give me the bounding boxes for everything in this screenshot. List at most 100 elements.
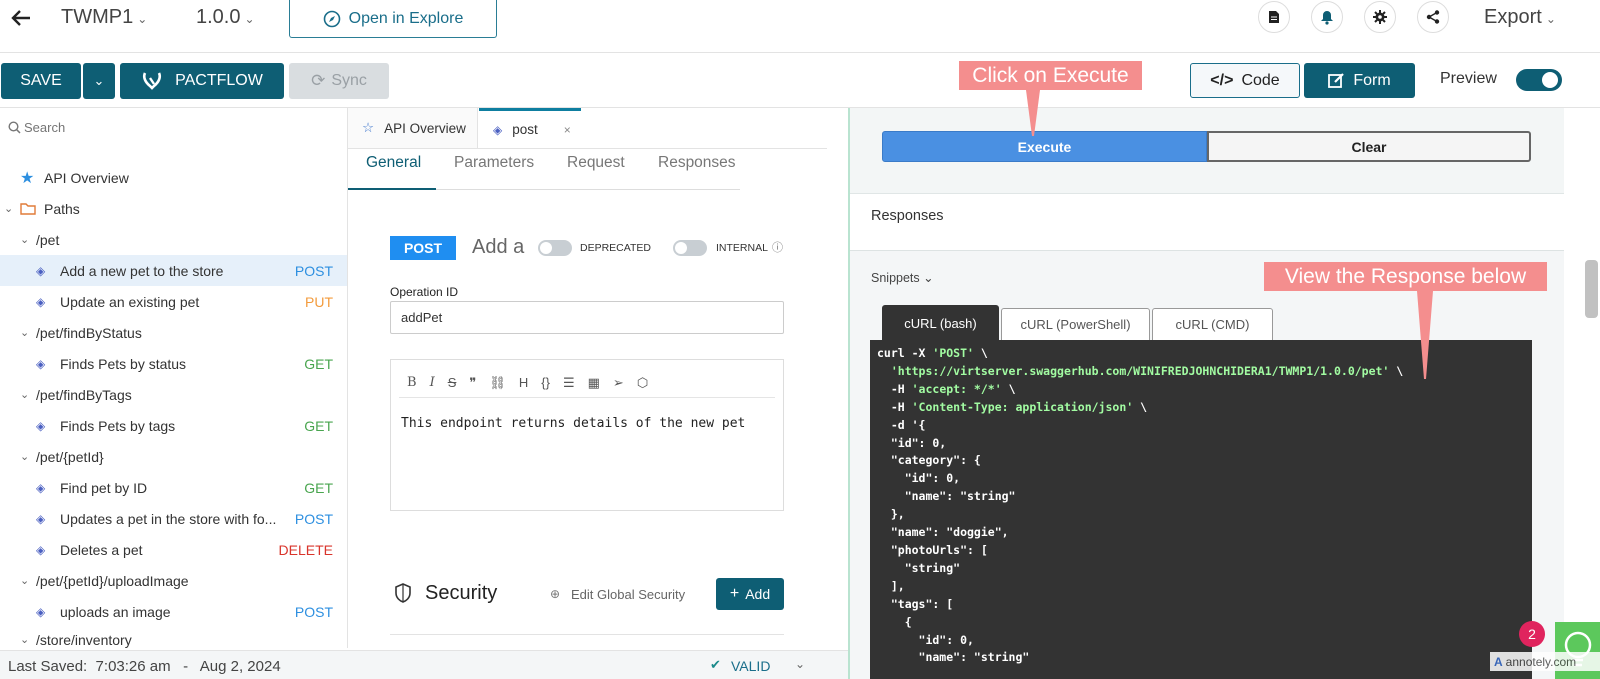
tab-post[interactable]: ◈ post ×: [479, 108, 581, 148]
chevron-down-icon: ⌄: [923, 271, 934, 285]
operation-id-input[interactable]: [390, 301, 784, 334]
operation-label: Finds Pets by status: [60, 355, 187, 372]
table-icon[interactable]: ▦: [588, 375, 600, 391]
sidebar-operation-finds-by-tags[interactable]: ◈ Finds Pets by tags GET: [0, 410, 347, 441]
link-icon[interactable]: ⛓: [489, 375, 506, 391]
code-line: -d '{: [877, 417, 926, 432]
sidebar-item-paths[interactable]: ⌄ Paths: [0, 193, 347, 224]
summary-input[interactable]: Add a: [472, 236, 524, 259]
export-dropdown[interactable]: Export ⌄: [1484, 6, 1556, 29]
sidebar-operation-finds-by-status[interactable]: ◈ Finds Pets by status GET: [0, 348, 347, 379]
execute-button[interactable]: Execute: [882, 131, 1207, 162]
back-arrow-icon[interactable]: [10, 8, 32, 33]
last-saved-text: Last Saved: 7:03:26 am - Aug 2, 2024: [8, 658, 281, 675]
tab-general[interactable]: General: [366, 154, 421, 172]
watermark-text: annotely.com: [1505, 654, 1577, 669]
code-line: -H 'accept: */*' \: [877, 381, 1016, 396]
sidebar-operation-update-pet[interactable]: ◈ Update an existing pet PUT: [0, 286, 347, 317]
method-badge: GET: [304, 355, 333, 372]
sidebar-path-store-inventory[interactable]: ⌄ /store/inventory: [0, 624, 347, 648]
strikethrough-icon[interactable]: S: [448, 375, 457, 390]
scrollbar-thumb[interactable]: [1585, 260, 1598, 318]
cube-icon[interactable]: ⬡: [637, 375, 648, 391]
internal-toggle[interactable]: [673, 240, 707, 256]
sync-button[interactable]: ⟳ Sync: [289, 63, 389, 99]
sidebar-path-findbystatus[interactable]: ⌄ /pet/findByStatus: [0, 317, 347, 348]
description-editor[interactable]: B I S ❞ ⛓ H {} ☰ ▦ ➢ ⬡ This endpoint ret…: [390, 359, 784, 511]
save-label: SAVE: [20, 72, 62, 89]
sidebar-operation-find-by-id[interactable]: ◈ Find pet by ID GET: [0, 472, 347, 503]
version-dropdown[interactable]: 1.0.0 ⌄: [196, 6, 255, 29]
operation-label: uploads an image: [60, 603, 171, 620]
chevron-down-icon: ⌄: [20, 451, 30, 463]
clear-button[interactable]: Clear: [1207, 131, 1531, 162]
sidebar-path-pet[interactable]: ⌄ /pet: [0, 224, 347, 255]
code-line: "photoUrls": [: [877, 542, 988, 557]
save-button[interactable]: SAVE: [1, 63, 81, 99]
code-line: 'https://virtserver.swaggerhub.com/WINIF…: [890, 363, 1404, 378]
annotation-pointer: [1417, 291, 1433, 379]
add-security-button[interactable]: + Add: [716, 578, 784, 610]
info-icon: ⓘ: [772, 242, 783, 254]
sidebar-item-api-overview[interactable]: ★ API Overview: [0, 162, 347, 193]
close-icon[interactable]: ×: [564, 123, 571, 137]
form-view-button[interactable]: Form: [1304, 63, 1415, 98]
code-line: -H 'Content-Type: application/json' \: [877, 399, 1148, 414]
sidebar-item-label: Paths: [44, 200, 80, 217]
bold-icon[interactable]: B: [407, 375, 417, 390]
sidebar-operation-delete-pet[interactable]: ◈ Deletes a pet DELETE: [0, 534, 347, 565]
code-line: "category": {: [877, 453, 981, 468]
quote-icon[interactable]: ❞: [469, 375, 476, 391]
snippet-tab-label: cURL (CMD): [1175, 317, 1250, 332]
send-icon[interactable]: ➢: [613, 375, 624, 391]
operation-id-label: Operation ID: [390, 285, 459, 299]
preview-toggle[interactable]: [1516, 69, 1562, 91]
code-block-icon[interactable]: {}: [541, 375, 550, 390]
pactflow-button[interactable]: PACTFLOW: [120, 63, 284, 99]
search-input[interactable]: [24, 116, 334, 138]
tab-request[interactable]: Request: [567, 154, 625, 172]
snippets-toggle[interactable]: Snippets ⌄: [871, 270, 934, 285]
operation-icon: ◈: [36, 418, 46, 433]
code-label: Code: [1241, 71, 1280, 89]
check-icon: ✔: [710, 657, 721, 672]
api-name-dropdown[interactable]: TWMP1 ⌄: [61, 6, 147, 29]
scrollbar-track: [1564, 108, 1600, 679]
edit-global-security-link[interactable]: Edit Global Security: [571, 587, 685, 602]
deprecated-toggle[interactable]: [538, 240, 572, 256]
code-view-button[interactable]: </> Code: [1190, 63, 1300, 98]
operation-label: Updates a pet in the store with fo...: [60, 510, 277, 527]
document-icon[interactable]: [1258, 1, 1290, 33]
tab-parameters[interactable]: Parameters: [454, 154, 534, 172]
valid-status[interactable]: VALID: [731, 658, 770, 674]
watermark: A annotely.com: [1490, 652, 1600, 671]
save-options-button[interactable]: ⌄: [83, 63, 115, 99]
sidebar-path-upload-image[interactable]: ⌄ /pet/{petId}/uploadImage: [0, 565, 347, 596]
compass-icon: [323, 10, 340, 27]
method-post-badge: POST: [390, 236, 456, 260]
shield-icon: [395, 583, 411, 603]
sidebar-operation-update-with-form[interactable]: ◈ Updates a pet in the store with fo... …: [0, 503, 347, 534]
version-label: 1.0.0: [196, 6, 241, 28]
tab-api-overview[interactable]: ☆ API Overview: [348, 108, 478, 148]
toolbar: SAVE ⌄ PACTFLOW ⟳ Sync </> Code Form Pre…: [0, 54, 1600, 108]
italic-icon[interactable]: I: [430, 375, 435, 390]
bell-icon[interactable]: [1311, 1, 1343, 33]
sidebar-path-findbytags[interactable]: ⌄ /pet/findByTags: [0, 379, 347, 410]
list-icon[interactable]: ☰: [563, 375, 575, 391]
chevron-down-icon: ⌄: [93, 73, 105, 88]
gear-icon[interactable]: [1364, 1, 1396, 33]
snippet-tab-cmd[interactable]: cURL (CMD): [1152, 308, 1273, 341]
snippet-tab-bash[interactable]: cURL (bash): [882, 305, 999, 341]
open-in-explore-button[interactable]: Open in Explore: [289, 0, 497, 38]
share-icon[interactable]: [1417, 1, 1449, 33]
snippet-tab-powershell[interactable]: cURL (PowerShell): [1001, 308, 1150, 341]
sidebar-operation-add-pet[interactable]: ◈ Add a new pet to the store POST: [0, 255, 347, 286]
tab-responses[interactable]: Responses: [658, 154, 736, 172]
sidebar-path-petid[interactable]: ⌄ /pet/{petId}: [0, 441, 347, 472]
operation-icon: ◈: [36, 542, 46, 557]
heading-icon[interactable]: H: [519, 375, 528, 390]
chevron-down-icon[interactable]: ⌄: [795, 657, 805, 671]
sidebar-operation-upload-image[interactable]: ◈ uploads an image POST: [0, 596, 347, 627]
notification-badge: 2: [1519, 621, 1545, 647]
